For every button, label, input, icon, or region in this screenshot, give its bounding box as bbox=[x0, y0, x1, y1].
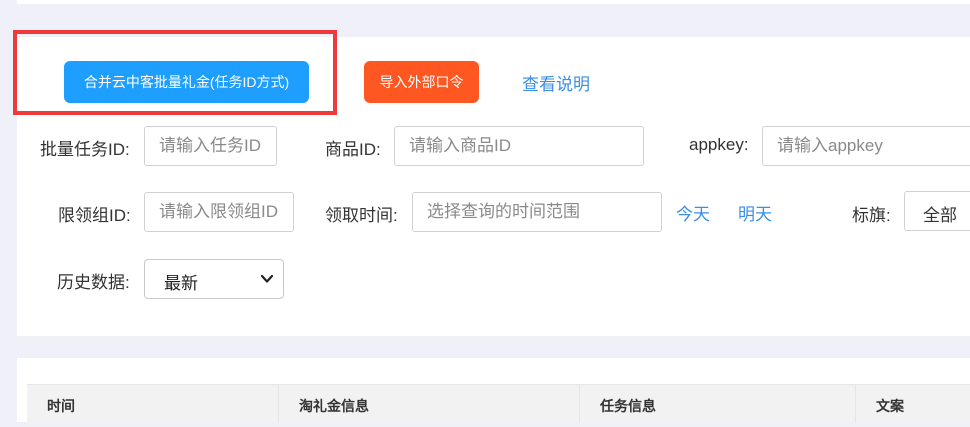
top-panel bbox=[17, 0, 970, 4]
history-data-select[interactable]: 最新 bbox=[144, 259, 284, 299]
flag-label: 标旗: bbox=[852, 206, 891, 225]
history-data-label: 历史数据: bbox=[57, 273, 130, 292]
appkey-label: appkey: bbox=[689, 135, 749, 154]
batch-task-id-label: 批量任务ID: bbox=[40, 140, 130, 159]
batch-task-id-input[interactable] bbox=[144, 126, 277, 166]
goods-id-label: 商品ID: bbox=[325, 140, 381, 159]
appkey-input[interactable] bbox=[762, 126, 970, 166]
flag-select[interactable]: 全部 bbox=[904, 191, 970, 231]
column-header-gift-info: 淘礼金信息 bbox=[278, 385, 579, 423]
claim-time-range-input[interactable] bbox=[412, 192, 662, 232]
chevron-down-icon bbox=[261, 274, 273, 283]
today-link[interactable]: 今天 bbox=[676, 200, 710, 225]
claim-time-label: 领取时间: bbox=[325, 206, 398, 225]
table-header: 时间 淘礼金信息 任务信息 文案 bbox=[27, 384, 970, 423]
import-code-button[interactable]: 导入外部口令 bbox=[364, 61, 479, 103]
merge-gift-button[interactable]: 合并云中客批量礼金(任务ID方式) bbox=[64, 61, 309, 103]
column-header-task-info: 任务信息 bbox=[579, 385, 855, 423]
column-header-copy-text: 文案 bbox=[855, 385, 970, 423]
goods-id-input[interactable] bbox=[394, 126, 644, 166]
tomorrow-link[interactable]: 明天 bbox=[738, 200, 772, 225]
limit-group-id-input[interactable] bbox=[144, 192, 294, 232]
history-select-value: 最新 bbox=[164, 274, 198, 293]
view-instructions-link[interactable]: 查看说明 bbox=[522, 70, 590, 95]
limit-group-id-label: 限领组ID: bbox=[58, 206, 131, 225]
column-header-time: 时间 bbox=[47, 398, 75, 414]
